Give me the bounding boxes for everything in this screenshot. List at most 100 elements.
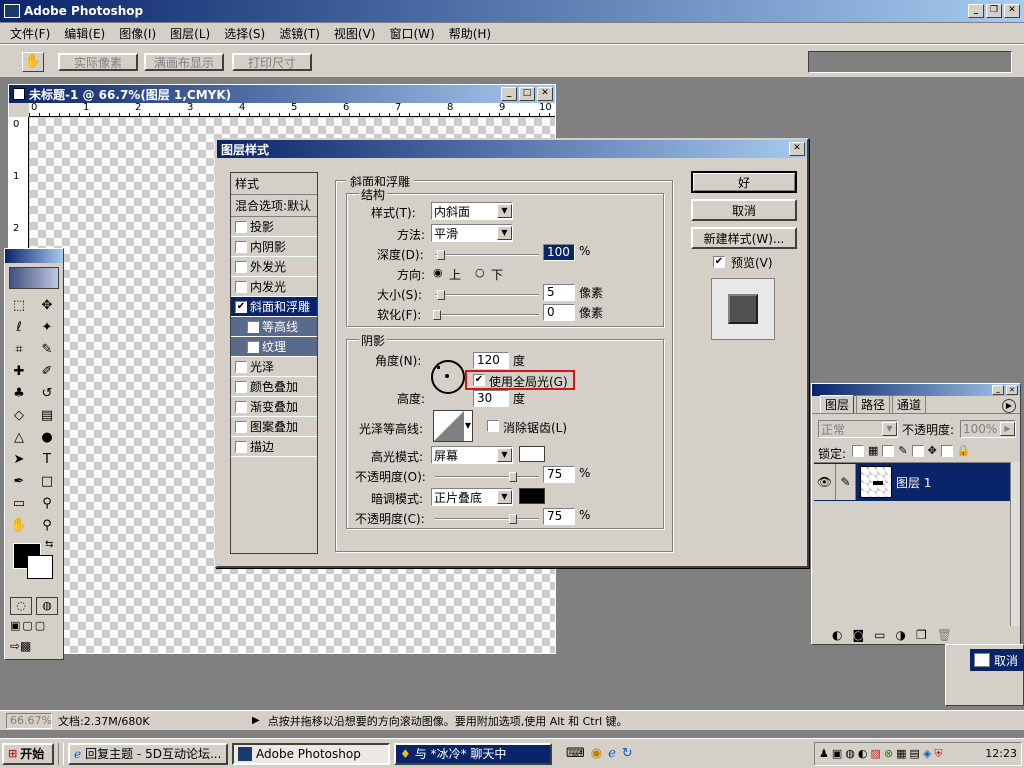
healing-brush-icon[interactable]: ✚	[8, 361, 30, 381]
path-select-icon[interactable]: ➤	[8, 449, 30, 469]
magic-wand-icon[interactable]: ✦	[36, 317, 58, 337]
tray-icon-7[interactable]: ▦	[896, 747, 906, 760]
media-icon[interactable]: ◉	[591, 746, 602, 761]
size-input[interactable]: 5	[543, 284, 575, 301]
texture-checkbox[interactable]	[247, 340, 259, 353]
new-layer-icon[interactable]: ❐	[916, 628, 927, 642]
styles-header[interactable]: 样式	[231, 173, 317, 195]
doc-maximize-button[interactable]: □	[519, 87, 535, 101]
shadow-opacity-slider[interactable]	[435, 514, 539, 524]
layer-blend-select[interactable]: 正常 ▼	[818, 420, 898, 438]
style-inner-glow[interactable]: 内发光	[231, 277, 317, 297]
tray-icon-8[interactable]: ▤	[910, 747, 920, 760]
size-slider-thumb[interactable]	[437, 290, 445, 300]
pen-tool-icon[interactable]: ✒	[8, 471, 30, 491]
style-texture[interactable]: 纹理	[231, 337, 317, 357]
crop-tool-icon[interactable]: ⌗	[8, 339, 30, 359]
start-button[interactable]: ⊞ 开始	[2, 742, 54, 765]
history-brush-icon[interactable]: ↺	[36, 383, 58, 403]
actual-pixels-button[interactable]: 实际像素	[58, 53, 138, 71]
ie-icon[interactable]: ℯ	[608, 746, 616, 761]
blend-options-item[interactable]: 混合选项:默认	[231, 195, 317, 217]
style-outer-glow[interactable]: 外发光	[231, 257, 317, 277]
hand-tool-icon[interactable]: ✋	[8, 515, 30, 535]
style-contour[interactable]: 等高线	[231, 317, 317, 337]
swap-colors-icon[interactable]: ⇆	[45, 539, 53, 550]
jump-to-imageready-icon[interactable]: ⇨▩	[10, 639, 60, 657]
menu-select[interactable]: 选择(S)	[224, 25, 265, 42]
drop-shadow-checkbox[interactable]	[235, 220, 247, 233]
status-arrow-icon[interactable]: ▶	[252, 715, 260, 726]
tray-icon-5[interactable]: ▨	[871, 747, 881, 760]
palette-minimize-button[interactable]: _	[992, 385, 1004, 395]
menu-edit[interactable]: 编辑(E)	[64, 25, 105, 42]
layer-mask-icon[interactable]: ◙	[852, 628, 864, 642]
inner-glow-checkbox[interactable]	[235, 280, 247, 293]
style-satin[interactable]: 光泽	[231, 357, 317, 377]
style-pattern-overlay[interactable]: 图案叠加	[231, 417, 317, 437]
dodge-tool-icon[interactable]: ●	[36, 427, 58, 447]
menu-image[interactable]: 图像(I)	[119, 25, 156, 42]
style-drop-shadow[interactable]: 投影	[231, 217, 317, 237]
menu-window[interactable]: 窗口(W)	[389, 25, 434, 42]
tray-icon-3[interactable]: ◍	[845, 747, 855, 760]
history-row[interactable]: 取消	[970, 649, 1024, 671]
altitude-input[interactable]: 30	[473, 390, 509, 407]
angle-dial[interactable]	[431, 360, 465, 394]
new-style-button[interactable]: 新建样式(W)...	[691, 227, 797, 249]
palette-well[interactable]	[808, 51, 1012, 73]
lock-image-checkbox[interactable]	[882, 444, 895, 457]
inner-shadow-checkbox[interactable]	[235, 240, 247, 253]
preview-checkbox[interactable]: ✔	[713, 256, 725, 268]
highlight-opacity-thumb[interactable]	[509, 472, 517, 482]
eraser-tool-icon[interactable]: ◇	[8, 405, 30, 425]
blur-tool-icon[interactable]: △	[8, 427, 30, 447]
anti-alias-checkbox[interactable]	[487, 420, 499, 432]
tray-icon-6[interactable]: ⊗	[884, 747, 893, 760]
marquee-tool-icon[interactable]: ⬚	[8, 295, 30, 315]
pattern-overlay-checkbox[interactable]	[235, 420, 247, 433]
notes-tool-icon[interactable]: ▭	[8, 493, 30, 513]
menu-help[interactable]: 帮助(H)	[449, 25, 491, 42]
dialog-close-button[interactable]: ✕	[789, 142, 805, 156]
depth-slider[interactable]	[435, 250, 539, 260]
standard-mode-icon[interactable]: ◌	[10, 597, 32, 615]
tray-icon-9[interactable]: ◈	[923, 747, 931, 760]
tray-icon-1[interactable]: ♟	[819, 747, 829, 760]
lock-transparent-checkbox[interactable]	[852, 444, 864, 457]
soften-slider[interactable]	[433, 310, 539, 320]
shape-tool-icon[interactable]: □	[36, 471, 58, 491]
outer-glow-checkbox[interactable]	[235, 260, 247, 273]
angle-input[interactable]: 120	[473, 352, 509, 369]
ok-button[interactable]: 好	[691, 171, 797, 193]
menu-filter[interactable]: 滤镜(T)	[279, 25, 320, 42]
menu-file[interactable]: 文件(F)	[10, 25, 50, 42]
zoom-tool-icon[interactable]: ⚲	[36, 515, 58, 535]
bevel-style-select[interactable]: 内斜面 ▼	[431, 202, 513, 220]
palette-close-button[interactable]: ✕	[1006, 385, 1018, 395]
style-bevel-emboss[interactable]: ✔ 斜面和浮雕	[231, 297, 317, 317]
bevel-emboss-checkbox[interactable]: ✔	[235, 300, 247, 313]
hand-tool-icon[interactable]: ✋	[22, 52, 44, 72]
palette-menu-icon[interactable]: ▶	[1002, 399, 1016, 413]
refresh-icon[interactable]: ↻	[622, 746, 633, 761]
restore-button[interactable]: ❐	[986, 4, 1002, 18]
highlight-opacity-slider[interactable]	[435, 472, 539, 482]
tray-network-icon[interactable]: ▣	[832, 747, 842, 760]
soften-input[interactable]: 0	[543, 304, 575, 321]
doc-close-button[interactable]: ✕	[537, 87, 553, 101]
layers-scrollbar[interactable]	[1010, 462, 1020, 626]
style-inner-shadow[interactable]: 内阴影	[231, 237, 317, 257]
style-color-overlay[interactable]: 颜色叠加	[231, 377, 317, 397]
layer-row[interactable]: 👁 ✎ 图层 1	[814, 463, 1010, 501]
new-set-icon[interactable]: ▭	[874, 628, 885, 642]
tray-icon-4[interactable]: ◐	[858, 747, 868, 760]
quickmask-mode-icon[interactable]: ◍	[36, 597, 58, 615]
direction-up-radio[interactable]: ◉	[433, 266, 443, 279]
eyedropper-icon[interactable]: ⚲	[36, 493, 58, 513]
shadow-color-swatch[interactable]	[519, 488, 545, 504]
style-gradient-overlay[interactable]: 渐变叠加	[231, 397, 317, 417]
highlight-color-swatch[interactable]	[519, 446, 545, 462]
gradient-overlay-checkbox[interactable]	[235, 400, 247, 413]
screen-mode-icons[interactable]: ▣▢▢	[10, 619, 60, 635]
